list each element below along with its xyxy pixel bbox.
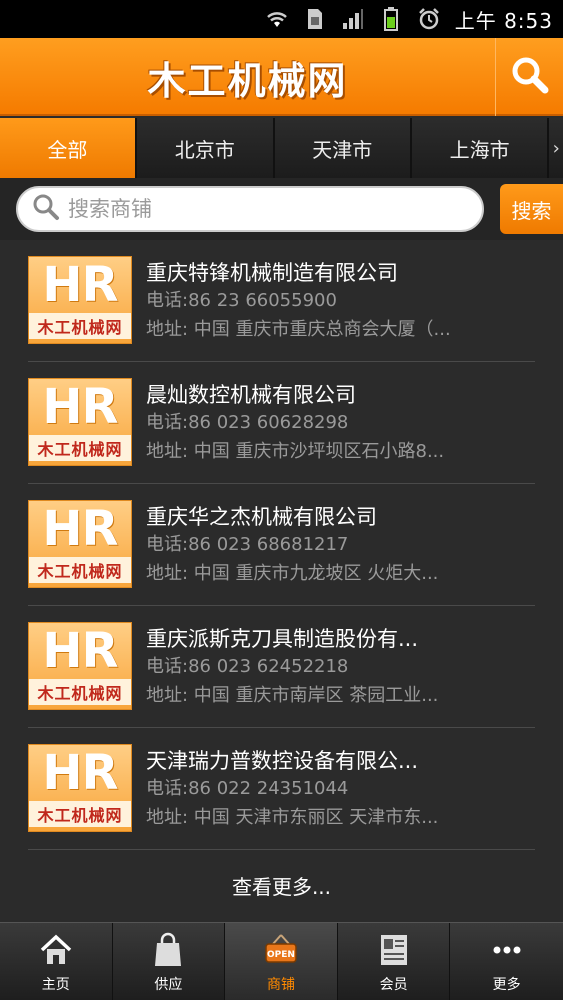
company-phone: 电话:86 023 60628298 — [146, 412, 349, 433]
more-dots-icon — [487, 930, 527, 970]
svg-text:OPEN: OPEN — [267, 950, 295, 960]
battery-icon — [379, 7, 403, 31]
list-item[interactable]: HR 木工机械网 重庆派斯克刀具制造股份有... 电话:86 023 62452… — [28, 606, 535, 728]
tab-tianjin[interactable]: 天津市 — [275, 118, 412, 178]
company-logo: HR 木工机械网 — [28, 378, 132, 466]
company-phone: 电话:86 022 24351044 — [146, 778, 349, 799]
alarm-icon — [417, 7, 441, 31]
nav-label: 主页 — [41, 977, 70, 993]
member-card-icon — [374, 930, 414, 970]
status-bar: 上午 8:53 — [0, 0, 563, 38]
company-logo: HR 木工机械网 — [28, 256, 132, 344]
search-field — [16, 186, 484, 232]
nav-shops[interactable]: OPEN 商铺 — [225, 923, 338, 1000]
company-address: 地址: 中国 重庆市九龙坡区 火炬大... — [146, 563, 439, 584]
nav-label: 供应 — [154, 977, 183, 993]
tabs-scroll-right-icon[interactable]: › — [549, 118, 563, 178]
nav-label: 更多 — [492, 977, 521, 993]
company-logo: HR 木工机械网 — [28, 744, 132, 832]
company-phone: 电话:86 023 68681217 — [146, 534, 349, 555]
company-name: 重庆特锋机械制造有限公司 — [146, 261, 398, 285]
company-name: 重庆派斯克刀具制造股份有... — [146, 627, 419, 651]
nav-more[interactable]: 更多 — [450, 923, 563, 1000]
nav-label: 商铺 — [266, 977, 295, 993]
company-address: 地址: 中国 重庆市重庆总商会大厦（... — [146, 319, 451, 340]
bottom-nav: 主页 供应 OPEN 商铺 会员 更多 — [0, 922, 563, 1000]
search-icon — [32, 193, 60, 225]
logo-mark: HR — [42, 257, 118, 313]
nav-supply[interactable]: 供应 — [113, 923, 226, 1000]
logo-mark: HR — [42, 623, 118, 679]
app-header: 木工机械网 — [0, 38, 563, 116]
tab-shanghai[interactable]: 上海市 — [412, 118, 550, 178]
signal-icon — [341, 7, 365, 31]
company-logo: HR 木工机械网 — [28, 622, 132, 710]
shop-sign-icon: OPEN — [261, 930, 301, 970]
region-tabs: ‹ 全部 北京市 天津市 上海市 › — [0, 118, 563, 178]
logo-caption: 木工机械网 — [29, 801, 131, 827]
nav-members[interactable]: 会员 — [338, 923, 451, 1000]
shop-list: HR 木工机械网 重庆特锋机械制造有限公司 电话:86 23 66055900 … — [0, 240, 563, 850]
logo-caption: 木工机械网 — [29, 679, 131, 705]
wifi-icon — [265, 7, 289, 31]
search-bar: 搜索 — [0, 178, 563, 240]
logo-caption: 木工机械网 — [29, 557, 131, 583]
company-address: 地址: 中国 重庆市沙坪坝区石小路8... — [146, 441, 445, 462]
logo-caption: 木工机械网 — [29, 435, 131, 461]
company-logo: HR 木工机械网 — [28, 500, 132, 588]
tab-beijing[interactable]: 北京市 — [137, 118, 275, 178]
list-item[interactable]: HR 木工机械网 晨灿数控机械有限公司 电话:86 023 60628298 地… — [28, 362, 535, 484]
company-address: 地址: 中国 天津市东丽区 天津市东... — [146, 807, 439, 828]
search-button[interactable]: 搜索 — [500, 184, 563, 234]
search-input[interactable] — [68, 197, 448, 221]
company-name: 晨灿数控机械有限公司 — [146, 383, 356, 407]
sim-card-icon — [303, 7, 327, 31]
header-search-button[interactable] — [495, 38, 563, 116]
logo-mark: HR — [42, 745, 118, 801]
company-address: 地址: 中国 重庆市南岸区 茶园工业... — [146, 685, 439, 706]
status-time: 上午 8:53 — [454, 8, 553, 33]
company-name: 天津瑞力普数控设备有限公... — [146, 749, 419, 773]
list-item[interactable]: HR 木工机械网 天津瑞力普数控设备有限公... 电话:86 022 24351… — [28, 728, 535, 850]
company-phone: 电话:86 23 66055900 — [146, 290, 337, 311]
load-more-button[interactable]: 查看更多... — [0, 848, 563, 922]
company-phone: 电话:86 023 62452218 — [146, 656, 349, 677]
app-title: 木工机械网 — [147, 57, 348, 103]
logo-mark: HR — [42, 501, 118, 557]
logo-mark: HR — [42, 379, 118, 435]
home-icon — [36, 930, 76, 970]
nav-home[interactable]: 主页 — [0, 923, 113, 1000]
list-item[interactable]: HR 木工机械网 重庆特锋机械制造有限公司 电话:86 23 66055900 … — [28, 240, 535, 362]
tab-all[interactable]: 全部 — [0, 118, 138, 178]
shopping-bag-icon — [148, 930, 188, 970]
company-name: 重庆华之杰机械有限公司 — [146, 505, 377, 529]
logo-caption: 木工机械网 — [29, 313, 131, 339]
nav-label: 会员 — [379, 977, 408, 993]
search-icon — [510, 55, 550, 99]
list-item[interactable]: HR 木工机械网 重庆华之杰机械有限公司 电话:86 023 68681217 … — [28, 484, 535, 606]
